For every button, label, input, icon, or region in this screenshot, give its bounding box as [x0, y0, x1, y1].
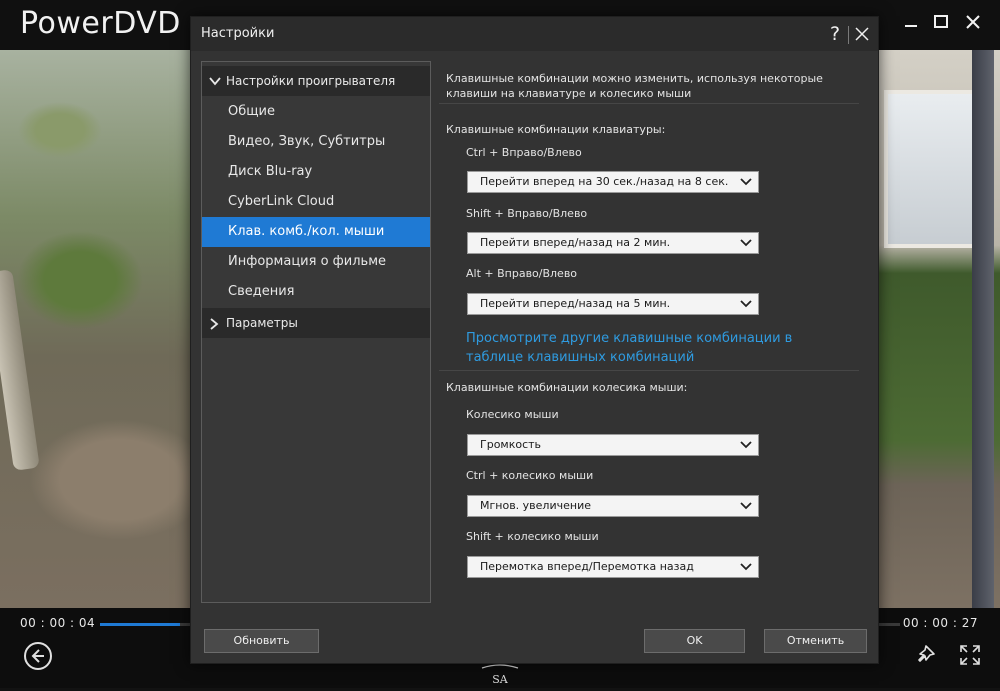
- nav-item-label: CyberLink Cloud: [228, 194, 335, 209]
- select-value: Перейти вперед/назад на 5 мин.: [480, 297, 671, 310]
- settings-nav: Настройки проигрывателя Общие Видео, Зву…: [201, 61, 431, 603]
- nav-item-label: Видео, Звук, Субтитры: [228, 134, 386, 149]
- nav-item-general[interactable]: Общие: [202, 97, 430, 127]
- intro-text: Клавишные комбинации можно изменить, исп…: [446, 72, 823, 100]
- mouse-wheel-select[interactable]: Громкость: [467, 434, 759, 456]
- watermark-text: SA: [492, 673, 509, 686]
- nav-item-label: Информация о фильме: [228, 254, 386, 269]
- nav-item-bluray[interactable]: Диск Blu-ray: [202, 157, 430, 187]
- cancel-button[interactable]: Отменить: [764, 629, 867, 653]
- seek-progress: [100, 623, 180, 626]
- ok-button[interactable]: OK: [644, 629, 745, 653]
- maximize-button[interactable]: [926, 10, 956, 36]
- select-value: Перейти вперед на 30 сек./назад на 8 сек…: [480, 175, 729, 188]
- shift-arrows-label: Shift + Вправо/Влево: [466, 207, 588, 220]
- nav-item-label: Клав. комб./кол. мыши: [228, 224, 385, 239]
- ctrl-wheel-select[interactable]: Мгнов. увеличение: [467, 495, 759, 517]
- nav-group-player-settings[interactable]: Настройки проигрывателя: [202, 66, 430, 96]
- dialog-title-bar: Настройки ?: [191, 17, 878, 51]
- shortcuts-panel: Клавишные комбинации можно изменить, исп…: [439, 61, 869, 611]
- app-logo: PowerDVD: [20, 6, 181, 41]
- chevron-right-icon: [210, 318, 219, 330]
- alt-arrows-select[interactable]: Перейти вперед/назад на 5 мин.: [467, 293, 759, 315]
- nav-group-label: Параметры: [226, 316, 298, 330]
- fullscreen-button[interactable]: [958, 643, 982, 667]
- close-icon: [966, 15, 980, 29]
- nav-item-label: Общие: [228, 104, 275, 119]
- pin-icon: [918, 645, 935, 662]
- close-window-button[interactable]: [958, 10, 988, 36]
- select-value: Перемотка вперед/Перемотка назад: [480, 560, 694, 573]
- nav-item-video-audio-subtitles[interactable]: Видео, Звук, Субтитры: [202, 127, 430, 157]
- nav-item-movie-info[interactable]: Информация о фильме: [202, 247, 430, 277]
- chevron-down-icon: [740, 502, 752, 510]
- minimize-icon: [905, 25, 917, 27]
- select-value: Перейти вперед/назад на 2 мин.: [480, 236, 671, 249]
- divider: [439, 103, 859, 104]
- chevron-down-icon: [209, 77, 221, 86]
- ctrl-arrows-select[interactable]: Перейти вперед на 30 сек./назад на 8 сек…: [467, 171, 759, 193]
- shift-arrows-select[interactable]: Перейти вперед/назад на 2 мин.: [467, 232, 759, 254]
- mouse-section-heading: Клавишные комбинации колесика мыши:: [446, 381, 688, 394]
- ctrl-arrows-label: Ctrl + Вправо/Влево: [466, 146, 582, 159]
- refresh-button[interactable]: Обновить: [204, 629, 319, 653]
- nav-item-label: Диск Blu-ray: [228, 164, 313, 179]
- arrow-left-icon: [31, 649, 44, 663]
- fullscreen-icon: [960, 645, 980, 665]
- nav-item-about[interactable]: Сведения: [202, 277, 430, 307]
- mouse-wheel-label: Колесико мыши: [466, 408, 559, 421]
- nav-group-parameters[interactable]: Параметры: [202, 308, 430, 338]
- divider: [439, 370, 859, 371]
- pin-button[interactable]: [914, 644, 936, 666]
- chevron-down-icon: [740, 563, 752, 571]
- select-value: Мгнов. увеличение: [480, 499, 591, 512]
- current-time: 00 : 00 : 04: [20, 616, 96, 630]
- total-time: 00 : 00 : 27: [902, 616, 978, 630]
- dialog-title: Настройки: [201, 26, 275, 41]
- video-scene-left: [0, 50, 200, 608]
- shift-wheel-label: Shift + колесико мыши: [466, 530, 599, 543]
- keyboard-section-heading: Клавишные комбинации клавиатуры:: [446, 123, 666, 136]
- video-post: [972, 50, 994, 608]
- maximize-icon: [934, 15, 948, 28]
- close-icon: [855, 27, 869, 41]
- select-value: Громкость: [480, 438, 542, 451]
- shortcut-table-link[interactable]: Просмотрите другие клавишные комбинации …: [466, 329, 846, 367]
- chevron-down-icon: [740, 178, 752, 186]
- shift-wheel-select[interactable]: Перемотка вперед/Перемотка назад: [467, 556, 759, 578]
- nav-item-shortcuts[interactable]: Клав. комб./кол. мыши: [202, 217, 430, 247]
- chevron-down-icon: [740, 300, 752, 308]
- dialog-close-button[interactable]: [852, 24, 872, 44]
- help-button[interactable]: ?: [825, 22, 845, 46]
- chevron-down-icon: [740, 441, 752, 449]
- nav-item-cyberlink-cloud[interactable]: CyberLink Cloud: [202, 187, 430, 217]
- video-house-window: [884, 90, 980, 248]
- chevron-down-icon: [740, 239, 752, 247]
- nav-item-label: Сведения: [228, 284, 295, 299]
- title-divider: [848, 26, 849, 44]
- watermark-logo: SA: [480, 664, 520, 688]
- minimize-button[interactable]: [896, 10, 926, 36]
- settings-dialog: Настройки ? Настройки проигрывателя Общи…: [190, 16, 879, 664]
- ctrl-wheel-label: Ctrl + колесико мыши: [466, 469, 594, 482]
- back-button[interactable]: [24, 642, 52, 670]
- nav-group-label: Настройки проигрывателя: [226, 74, 396, 88]
- alt-arrows-label: Alt + Вправо/Влево: [466, 267, 578, 280]
